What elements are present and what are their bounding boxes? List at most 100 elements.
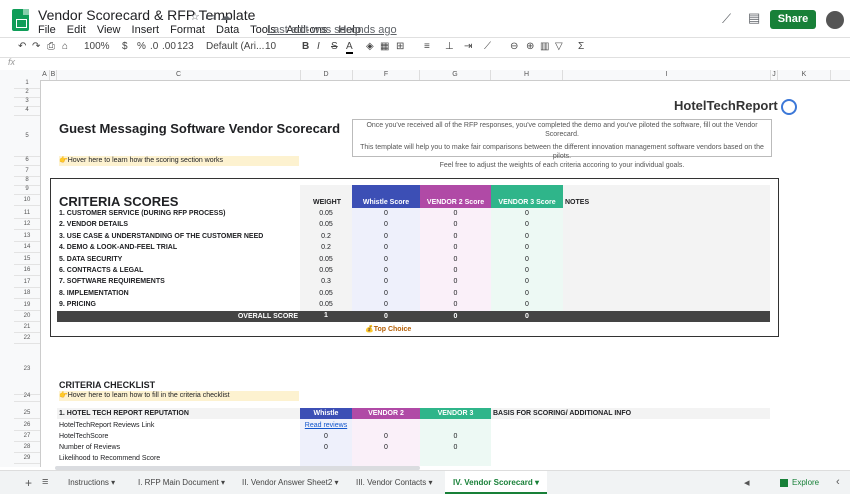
valign-icon[interactable]: ⊥ [445,41,454,52]
percent-button[interactable]: % [137,41,146,52]
tab-vendor-contacts[interactable]: III. Vendor Contacts ▾ [348,471,441,494]
trend-icon[interactable]: ⟋ [722,11,731,27]
last-edit-link[interactable]: Last edit was seconds ago [267,24,397,36]
row-18[interactable]: 18 [14,290,40,299]
formula-bar[interactable]: fx [0,56,850,71]
row-30[interactable]: 29 [14,455,40,464]
link-icon[interactable]: ⊖ [510,41,518,52]
font-size-select[interactable]: 10 [265,41,276,52]
strikethrough-button[interactable]: S [331,41,338,52]
row-17[interactable]: 17 [14,279,40,288]
col-a[interactable]: A [40,70,50,80]
top-choice-label: 💰Top Choice [365,326,412,333]
col-k[interactable]: K [778,70,831,80]
font-select[interactable]: Default (Ari... [206,41,264,52]
menu-insert[interactable]: Insert [132,24,160,36]
col-b[interactable]: B [50,70,57,80]
scroll-tabs-left-icon[interactable]: ◂ [744,476,750,489]
row-21[interactable]: 21 [14,324,40,333]
row-23[interactable]: 23 [14,344,40,395]
all-sheets-icon[interactable]: ≡ [42,476,48,488]
explore-button[interactable]: Explore [772,475,827,490]
row-1[interactable]: 1 [14,80,40,89]
paint-format-icon[interactable]: ⌂ [62,41,68,52]
row-9[interactable]: 9 [14,186,40,195]
row-3[interactable]: 3 [14,98,40,107]
zoom-select[interactable]: 100% [84,41,110,52]
col-f[interactable]: F [353,70,420,80]
row-27[interactable]: 26 [14,422,40,431]
checklist-hover-note[interactable]: 👉Hover here to learn how to fill in the … [59,391,299,401]
row-11[interactable]: 11 [14,210,40,219]
row-29[interactable]: 28 [14,444,40,453]
col-g[interactable]: G [420,70,491,80]
row-19[interactable]: 19 [14,302,40,311]
row-15[interactable]: 15 [14,256,40,265]
row-14[interactable]: 14 [14,244,40,253]
more-formats-button[interactable]: 123 [177,41,194,52]
col-d[interactable]: D [300,70,353,80]
row-20[interactable]: 20 [14,313,40,322]
redo-icon[interactable]: ↷ [32,41,40,52]
scoring-hover-note[interactable]: 👉Hover here to learn how the scoring sec… [59,156,299,166]
reviews-link[interactable]: Read reviews [300,422,352,429]
functions-icon[interactable]: Σ [578,41,584,52]
row-7[interactable]: 7 [14,168,40,177]
col-c[interactable]: C [57,70,301,80]
print-icon[interactable]: ⎙ [47,41,55,52]
menu-view[interactable]: View [97,24,121,36]
side-panel-toggle-icon[interactable]: ‹ [836,476,840,488]
bold-button[interactable]: B [302,41,309,52]
row-4[interactable]: 4 [14,107,40,116]
fill-color-icon[interactable]: ◈ [366,41,374,52]
row-13[interactable]: 13 [14,233,40,242]
increase-decimal-button[interactable]: .00 [162,41,176,52]
criteria-whistle-score: 0 [384,289,388,297]
menu-file[interactable]: File [38,24,56,36]
star-icon[interactable]: ☆ [190,10,200,23]
cloud-status-icon[interactable]: ☁ [220,10,231,23]
align-icon[interactable]: ≡ [424,41,430,52]
col-h[interactable]: H [491,70,563,80]
sheets-logo-icon[interactable] [12,9,29,31]
menu-edit[interactable]: Edit [67,24,86,36]
col-i[interactable]: I [563,70,771,80]
row-12[interactable]: 12 [14,221,40,230]
wrap-icon[interactable]: ⇥ [464,41,472,52]
comment-icon[interactable]: ▤ [748,10,760,26]
row-6[interactable]: 6 [14,157,40,166]
borders-icon[interactable]: ▦ [380,41,389,52]
row-24[interactable]: 24 [14,393,40,402]
italic-button[interactable]: I [317,41,320,52]
merge-cells-icon[interactable]: ⊞ [396,41,404,52]
menu-data[interactable]: Data [216,24,239,36]
currency-button[interactable]: $ [122,41,128,52]
tab-vendor-scorecard[interactable]: IV. Vendor Scorecard ▾ [445,471,547,494]
undo-icon[interactable]: ↶ [18,41,26,52]
chart-icon[interactable]: ▥ [540,41,549,52]
row-2[interactable]: 2 [14,89,40,98]
row-10[interactable]: 10 [14,197,40,206]
menu-format[interactable]: Format [170,24,205,36]
share-button[interactable]: Share [770,10,816,29]
tab-rfp-main[interactable]: I. RFP Main Document ▾ [130,471,233,494]
move-folder-icon[interactable]: ▭ [205,10,215,23]
row-8[interactable]: 8 [14,177,40,186]
avatar[interactable] [826,11,844,29]
comment-add-icon[interactable]: ⊕ [526,41,534,52]
row-5[interactable]: 5 [14,116,40,157]
text-color-button[interactable]: A [346,41,353,54]
tab-instructions[interactable]: Instructions ▾ [60,471,123,494]
row-22[interactable]: 22 [14,335,40,344]
row-16[interactable]: 16 [14,267,40,276]
add-sheet-icon[interactable]: + [25,476,32,490]
rotate-icon[interactable]: ⟋ [484,41,491,52]
row-28[interactable]: 27 [14,433,40,442]
tab-vendor-answer[interactable]: II. Vendor Answer Sheet2 ▾ [234,471,347,494]
col-j[interactable]: J [771,70,778,80]
row-25[interactable]: 25 [14,410,40,419]
decrease-decimal-button[interactable]: .0 [150,41,158,52]
filter-icon[interactable]: ▽ [555,41,563,52]
criteria-scores-title: CRITERIA SCORES [59,194,179,209]
whistle-score-header: Whistle Score [352,185,420,208]
